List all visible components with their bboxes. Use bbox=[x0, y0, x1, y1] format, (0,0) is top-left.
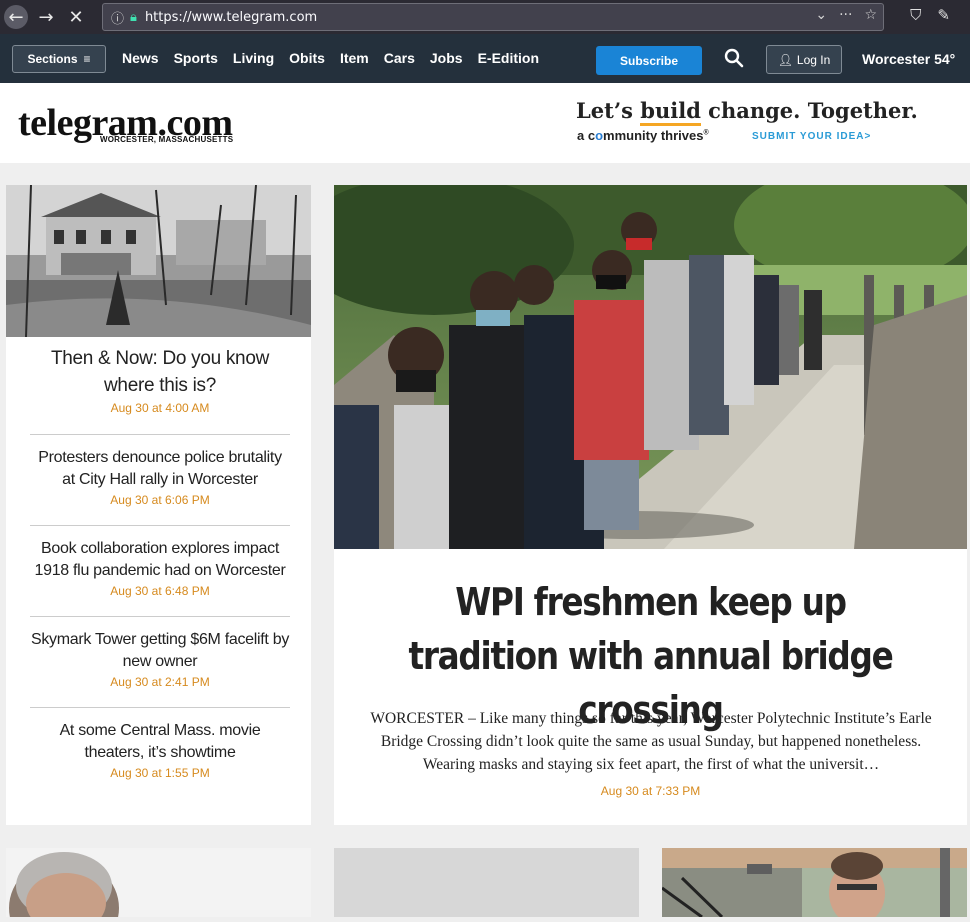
nav-link-e-edition[interactable]: E-Edition bbox=[478, 50, 539, 66]
ad-headline-em: build bbox=[640, 98, 701, 126]
story-item[interactable]: Then & Now: Do you know where this is? A… bbox=[30, 345, 290, 415]
person-photo[interactable] bbox=[6, 848, 311, 922]
nav-link-news[interactable]: News bbox=[122, 50, 159, 66]
extension-icon[interactable]: ✎ bbox=[937, 6, 950, 24]
story-timestamp: Aug 30 at 4:00 AM bbox=[110, 401, 210, 415]
nav-link-sports[interactable]: Sports bbox=[174, 50, 218, 66]
back-button[interactable]: ← bbox=[4, 5, 28, 29]
nav-link-living[interactable]: Living bbox=[233, 50, 274, 66]
ad-headline-post: change. Together. bbox=[700, 98, 918, 123]
url-text[interactable]: https://www.telegram.com bbox=[145, 10, 317, 25]
story-item[interactable]: At some Central Mass. movie theaters, it… bbox=[30, 720, 290, 780]
story-headline[interactable]: At some Central Mass. movie theaters, it… bbox=[30, 720, 290, 764]
arrow-right-icon: → bbox=[38, 6, 54, 28]
ad-sub-o: o bbox=[595, 128, 604, 143]
shield-icon[interactable]: ⛉ bbox=[910, 6, 921, 24]
browser-toolbar: ← → ✕ ⓘ 🔒︎ https://www.telegram.com ⌄ ··… bbox=[0, 0, 970, 34]
lock-icon[interactable]: 🔒︎ bbox=[130, 10, 137, 25]
story-headline[interactable]: Protesters denounce police brutality at … bbox=[30, 447, 290, 491]
nav-link-cars[interactable]: Cars bbox=[384, 50, 415, 66]
historic-house-photo[interactable] bbox=[6, 185, 311, 337]
arrow-left-icon: ← bbox=[8, 6, 24, 28]
story-timestamp: Aug 30 at 1:55 PM bbox=[110, 766, 210, 780]
divider bbox=[30, 434, 290, 435]
story-timestamp: Aug 30 at 6:48 PM bbox=[110, 584, 210, 598]
hamburger-icon: ≡ bbox=[83, 52, 91, 66]
story-headline[interactable]: Book collaboration explores impact 1918 … bbox=[30, 538, 290, 582]
story-card[interactable] bbox=[334, 848, 639, 917]
info-icon[interactable]: ⓘ bbox=[111, 8, 124, 27]
forward-button[interactable]: → bbox=[34, 5, 58, 29]
main-summary[interactable]: WORCESTER – Like many things so far this… bbox=[356, 707, 946, 776]
story-item[interactable]: Protesters denounce police brutality at … bbox=[30, 447, 290, 507]
ad-sub-pre: a c bbox=[577, 128, 596, 143]
left-stories-card: Then & Now: Do you know where this is? A… bbox=[6, 185, 311, 825]
person-outdoor-photo[interactable] bbox=[661, 848, 967, 922]
logo-subtitle: WORCESTER, MASSACHUSETTS bbox=[100, 135, 234, 144]
story-headline[interactable]: Then & Now: Do you know where this is? bbox=[30, 345, 290, 399]
address-bar[interactable]: ⓘ 🔒︎ https://www.telegram.com ⌄ ··· ☆ bbox=[102, 3, 884, 31]
story-headline[interactable]: Skymark Tower getting $6M facelift by ne… bbox=[30, 629, 290, 673]
story-card[interactable] bbox=[661, 848, 967, 922]
close-icon: ✕ bbox=[68, 6, 84, 28]
divider bbox=[30, 707, 290, 708]
login-label: Log In bbox=[796, 52, 831, 67]
ad-sub-post: mmunity thrives bbox=[603, 128, 704, 143]
chevron-down-icon[interactable]: ⌄ bbox=[815, 7, 827, 23]
ad-cta-link[interactable]: SUBMIT YOUR IDEA> bbox=[752, 131, 871, 142]
nav-link-jobs[interactable]: Jobs bbox=[430, 50, 463, 66]
nav-links: News Sports Living Obits Item Cars Jobs … bbox=[122, 50, 539, 66]
divider bbox=[30, 616, 290, 617]
ad-headline[interactable]: Let’s build change. Together. bbox=[576, 98, 918, 126]
user-icon: 👤︎ bbox=[777, 52, 793, 67]
star-icon[interactable]: ☆ bbox=[864, 7, 877, 23]
sections-label: Sections bbox=[27, 52, 78, 66]
search-icon[interactable] bbox=[724, 48, 744, 68]
story-item[interactable]: Book collaboration explores impact 1918 … bbox=[30, 538, 290, 598]
stop-button[interactable]: ✕ bbox=[64, 5, 88, 29]
nav-link-obits[interactable]: Obits bbox=[289, 50, 325, 66]
photo-placeholder bbox=[334, 848, 639, 917]
site-nav: Sections ≡ News Sports Living Obits Item… bbox=[0, 34, 970, 83]
subscribe-button[interactable]: Subscribe bbox=[596, 46, 702, 75]
story-item[interactable]: Skymark Tower getting $6M facelift by ne… bbox=[30, 629, 290, 689]
story-card[interactable] bbox=[6, 848, 311, 922]
masthead: telegram.com WORCESTER, MASSACHUSETTS Le… bbox=[0, 83, 970, 163]
ad-sub-tm: ® bbox=[703, 129, 709, 137]
divider bbox=[30, 525, 290, 526]
main-timestamp: Aug 30 at 7:33 PM bbox=[600, 784, 701, 798]
bridge-crossing-photo[interactable] bbox=[334, 185, 967, 549]
nav-link-item[interactable]: Item bbox=[340, 50, 369, 66]
login-button[interactable]: 👤︎ Log In bbox=[766, 45, 842, 74]
sections-button[interactable]: Sections ≡ bbox=[12, 45, 106, 73]
ad-headline-pre: Let’s bbox=[576, 98, 641, 123]
main-story-card: WPI freshmen keep up tradition with annu… bbox=[334, 185, 967, 825]
ad-subline: a community thrives® bbox=[577, 128, 709, 143]
weather-widget[interactable]: Worcester 54° bbox=[862, 51, 955, 67]
more-icon[interactable]: ··· bbox=[839, 7, 852, 23]
story-timestamp: Aug 30 at 2:41 PM bbox=[110, 675, 210, 689]
story-timestamp: Aug 30 at 6:06 PM bbox=[110, 493, 210, 507]
